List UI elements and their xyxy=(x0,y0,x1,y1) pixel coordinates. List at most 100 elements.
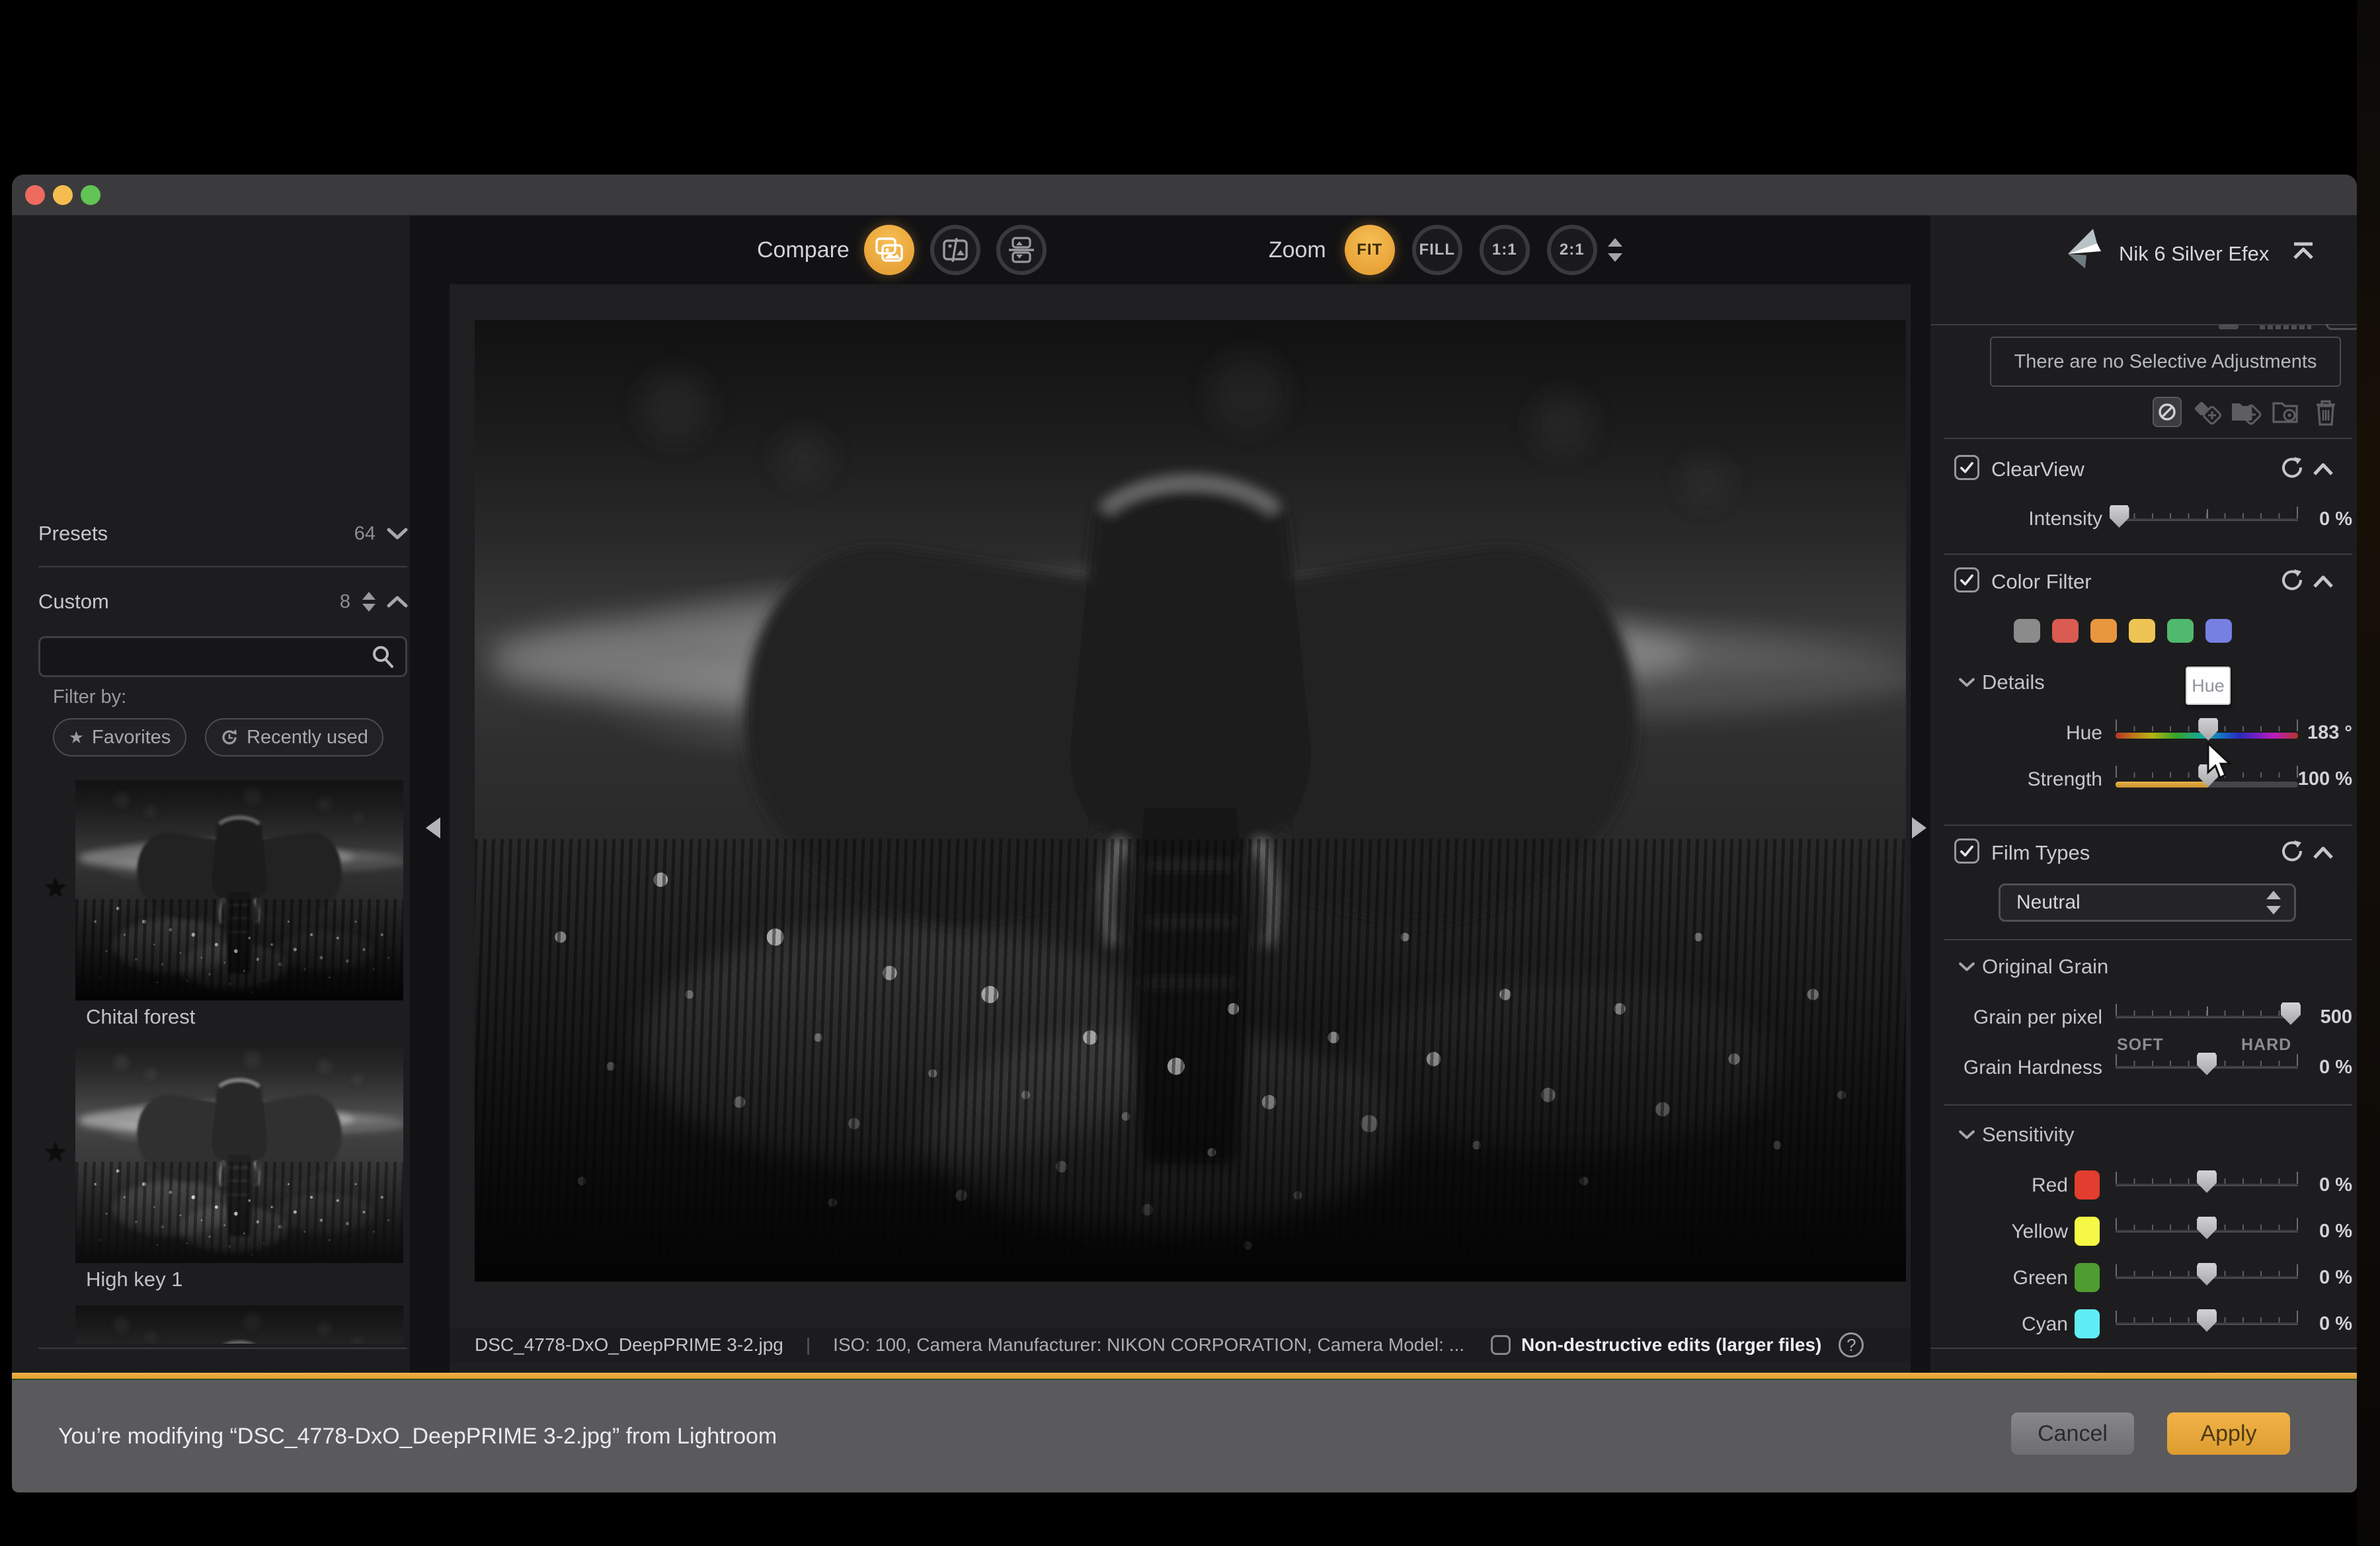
group-add-icon[interactable] xyxy=(2231,398,2262,426)
film-types-checkbox[interactable] xyxy=(1954,838,1979,864)
preset-thumbnail-partial[interactable] xyxy=(75,1305,403,1344)
zoom-window-button[interactable] xyxy=(81,185,100,205)
film-type-selected: Neutral xyxy=(2016,891,2081,913)
collapse-all-icon[interactable] xyxy=(2291,241,2315,264)
custom-count: 8 xyxy=(339,590,350,612)
chevron-down-icon xyxy=(1959,678,1975,687)
help-icon[interactable]: ? xyxy=(1839,1332,1864,1358)
sort-order-icon[interactable] xyxy=(361,590,377,613)
collapse-left-panel-arrow[interactable] xyxy=(426,817,440,838)
preset-thumbnail-high-key-1[interactable] xyxy=(75,1043,403,1263)
color-filter-swatch-blue[interactable] xyxy=(2205,619,2232,643)
details-subsection-header[interactable]: Details xyxy=(1958,671,2045,694)
search-input[interactable] xyxy=(40,645,370,668)
cancel-label: Cancel xyxy=(2038,1420,2108,1446)
custom-section-header[interactable]: Custom 8 xyxy=(38,585,409,619)
chevron-up-icon[interactable] xyxy=(2311,570,2335,594)
filter-favorites-button[interactable]: ★ Favorites xyxy=(53,718,186,756)
add-adjustment-icon[interactable] xyxy=(2194,399,2223,426)
green-sensitivity-slider[interactable] xyxy=(2116,1263,2298,1291)
folder-camera-icon[interactable] xyxy=(2272,398,2302,426)
grain-per-pixel-slider[interactable] xyxy=(2116,1002,2301,1030)
compare-split-vertical-button[interactable] xyxy=(930,225,980,275)
filter-by-label: Filter by: xyxy=(53,686,127,708)
divider xyxy=(1944,939,2352,940)
divider xyxy=(1944,825,2352,826)
intensity-label: Intensity xyxy=(2028,508,2102,530)
favorite-star-icon[interactable]: ★ xyxy=(44,1137,67,1168)
cancel-button[interactable]: Cancel xyxy=(2011,1412,2134,1455)
compare-split-horizontal-button[interactable] xyxy=(996,225,1047,275)
zoom-fill-button[interactable]: FILL xyxy=(1411,225,1462,275)
selective-adjust-button[interactable] xyxy=(2153,397,2182,427)
zoom-2-1-label: 2:1 xyxy=(1559,241,1585,259)
selective-adjustments-toolbar xyxy=(1930,397,2357,427)
reset-icon[interactable] xyxy=(2280,838,2303,862)
slider-fill xyxy=(2116,782,2209,788)
reset-icon[interactable] xyxy=(2280,455,2303,479)
slider-handle[interactable] xyxy=(2109,505,2129,528)
slider-handle[interactable] xyxy=(2197,1309,2217,1332)
color-filter-swatch-orange[interactable] xyxy=(2090,619,2117,643)
presets-section-header[interactable]: Presets 64 xyxy=(38,516,409,551)
film-type-dropdown[interactable]: Neutral xyxy=(1999,883,2296,922)
clearview-checkbox[interactable] xyxy=(1954,455,1979,480)
zoom-fit-button[interactable]: FIT xyxy=(1344,225,1395,275)
divider xyxy=(1930,1348,2357,1349)
hue-tooltip: Hue xyxy=(2186,667,2231,705)
original-grain-subsection-header[interactable]: Original Grain xyxy=(1958,955,2108,979)
zoom-1-1-button[interactable]: 1:1 xyxy=(1479,225,1530,275)
slider-rail xyxy=(2116,518,2298,521)
slider-handle[interactable] xyxy=(2197,1053,2217,1075)
apply-button[interactable]: Apply xyxy=(2167,1412,2290,1455)
slider-handle[interactable] xyxy=(2197,1263,2217,1285)
cyan-sensitivity-slider[interactable] xyxy=(2116,1309,2298,1337)
slider-handle[interactable] xyxy=(2197,1217,2217,1239)
image-info-bar: DSC_4778-DxO_DeepPRIME 3-2.jpg | ISO: 10… xyxy=(450,1328,1911,1362)
red-sensitivity-slider[interactable] xyxy=(2116,1170,2298,1198)
scrolled-fragment xyxy=(2260,325,2311,329)
chevron-up-icon[interactable] xyxy=(2311,458,2335,481)
favorite-star-icon[interactable]: ★ xyxy=(44,873,67,903)
color-filter-swatch-yellow[interactable] xyxy=(2129,619,2155,643)
strength-value: 100 % xyxy=(2297,768,2352,790)
zoom-2-1-button[interactable]: 2:1 xyxy=(1546,225,1597,275)
preset-thumbnail-chital-forest[interactable] xyxy=(75,780,403,1000)
red-channel-swatch xyxy=(2075,1170,2100,1200)
color-filter-swatch-gray[interactable] xyxy=(2014,619,2040,643)
cyan-label: Cyan xyxy=(2021,1313,2068,1335)
yellow-sensitivity-slider[interactable] xyxy=(2116,1217,2298,1244)
nondestructive-checkbox[interactable] xyxy=(1491,1335,1511,1355)
chevron-up-icon[interactable] xyxy=(386,594,409,610)
separator: | xyxy=(805,1334,811,1355)
sensitivity-label: Sensitivity xyxy=(1982,1123,2075,1146)
preset-search xyxy=(38,636,407,677)
compare-single-button[interactable] xyxy=(863,225,914,275)
intensity-slider[interactable] xyxy=(2109,505,2298,533)
chevron-up-icon[interactable] xyxy=(2311,841,2335,865)
color-filter-checkbox[interactable] xyxy=(1954,567,1979,592)
trash-icon[interactable] xyxy=(2313,397,2339,427)
grain-hardness-value: 0 % xyxy=(2319,1057,2352,1078)
color-filter-swatch-green[interactable] xyxy=(2167,619,2194,643)
color-filter-swatch-red[interactable] xyxy=(2052,619,2079,643)
collapse-right-panel-arrow[interactable] xyxy=(1912,817,1926,838)
screen: Presets 64 Custom 8 Filter by: ★ Favorit… xyxy=(0,0,2380,1546)
filter-recently-used-button[interactable]: Recently used xyxy=(205,718,383,756)
search-icon[interactable] xyxy=(370,643,396,670)
zoom-stepper-icon[interactable] xyxy=(1606,235,1624,264)
yellow-channel-swatch xyxy=(2075,1217,2100,1246)
desktop-background xyxy=(2357,0,2380,1546)
thumbnail-image xyxy=(75,1043,403,1263)
close-window-button[interactable] xyxy=(25,185,45,205)
grain-per-pixel-label: Grain per pixel xyxy=(1973,1006,2102,1028)
sensitivity-subsection-header[interactable]: Sensitivity xyxy=(1958,1123,2075,1147)
chevron-down-icon[interactable] xyxy=(386,526,409,542)
grain-hardness-slider[interactable] xyxy=(2116,1053,2298,1080)
minimize-window-button[interactable] xyxy=(53,185,73,205)
reset-icon[interactable] xyxy=(2280,567,2303,591)
slider-handle[interactable] xyxy=(2197,1170,2217,1193)
canvas-toolbar: Compare Zoom FIT FILL 1:1 2:1 xyxy=(450,216,1911,284)
plugin-header: Nik 6 Silver Efex xyxy=(1930,216,2357,283)
recently-used-label: Recently used xyxy=(247,726,368,748)
